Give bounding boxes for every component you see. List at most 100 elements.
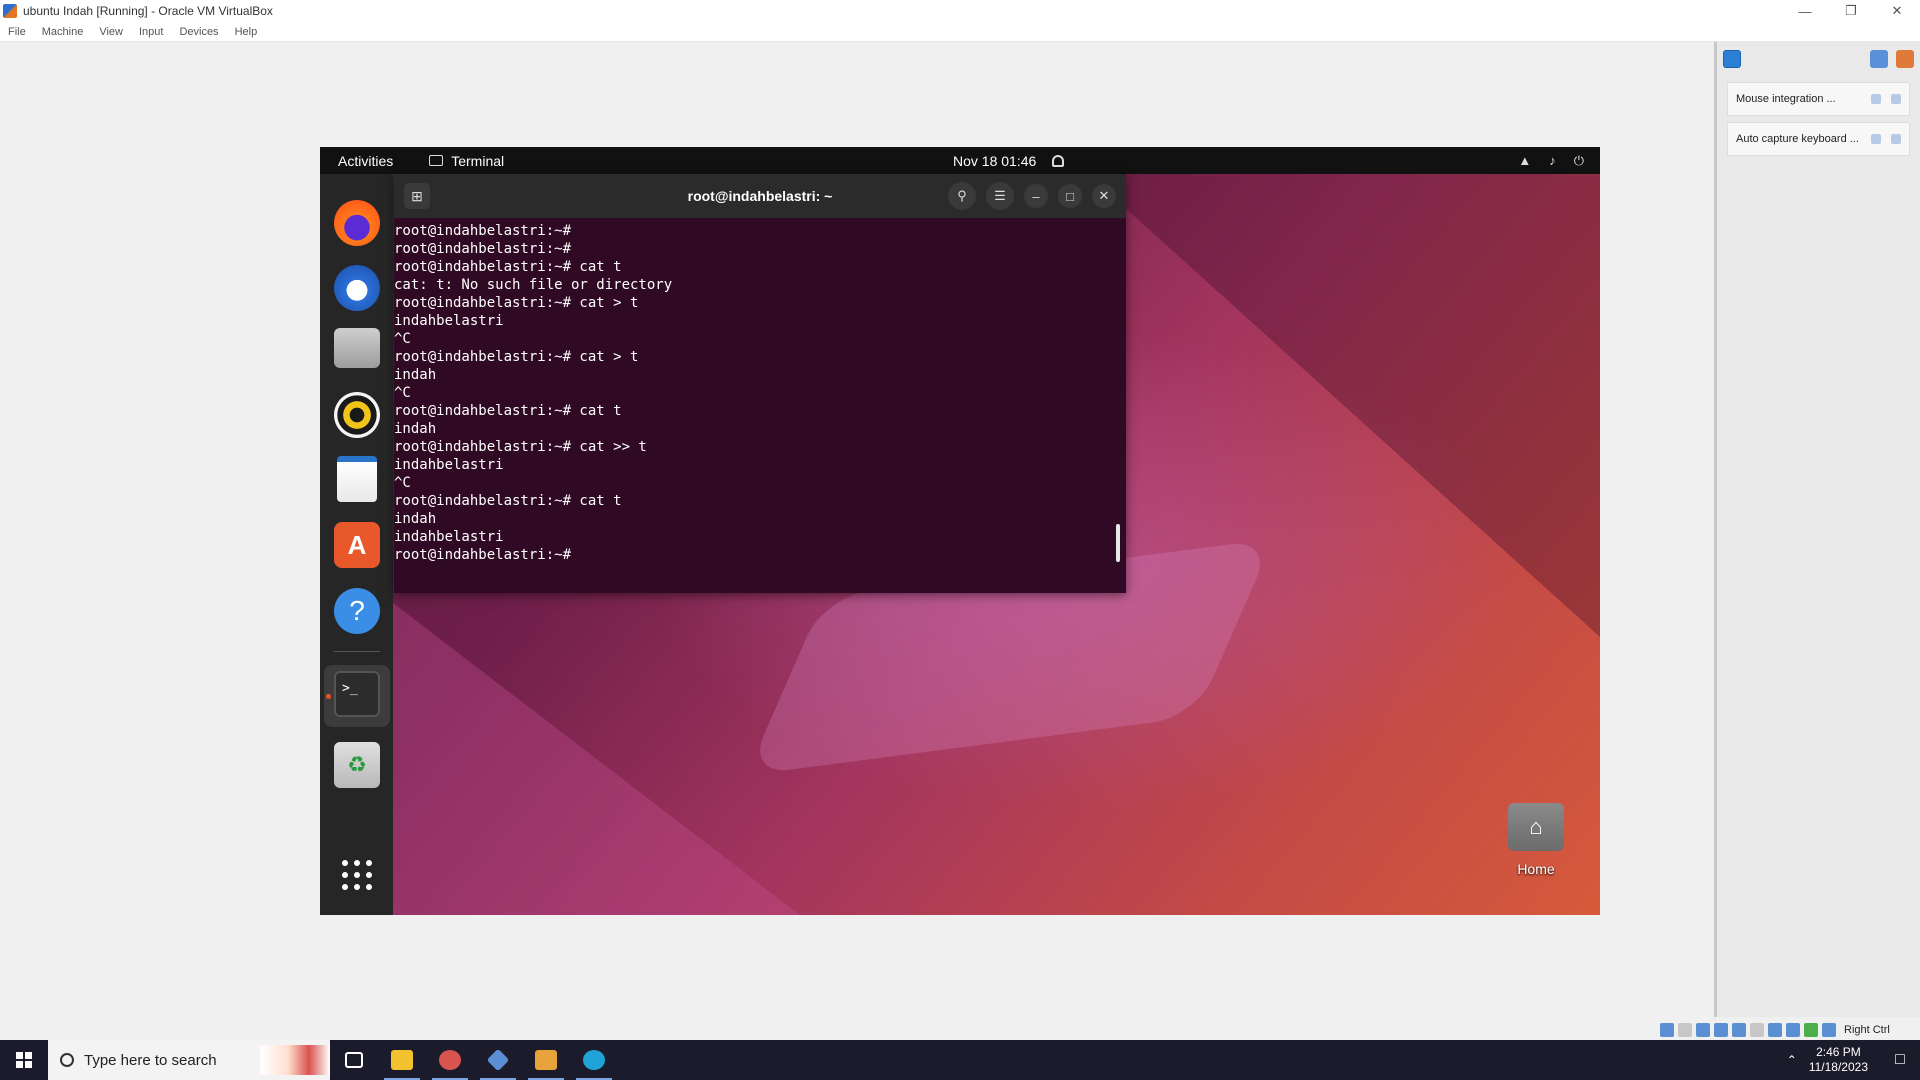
- task-view-button[interactable]: [330, 1040, 378, 1080]
- terminal-line: indah: [394, 511, 437, 527]
- display-icon[interactable]: [1768, 1023, 1782, 1037]
- optical-drive-icon[interactable]: [1678, 1023, 1692, 1037]
- terminal-line: indahbelastri: [394, 529, 504, 545]
- action-center-icon[interactable]: □: [1880, 1051, 1920, 1069]
- dont-show-icon[interactable]: [1871, 134, 1881, 144]
- libreoffice-writer-icon[interactable]: [337, 456, 377, 502]
- close-icon[interactable]: ✕: [1092, 184, 1116, 208]
- taskbar-clock[interactable]: 2:46 PM 11/18/2023: [1809, 1045, 1868, 1075]
- taskbar-time: 2:46 PM: [1816, 1045, 1861, 1059]
- new-tab-button[interactable]: ⊞: [404, 183, 430, 209]
- search-placeholder: Type here to search: [84, 1051, 217, 1069]
- terminal-line: indah: [394, 367, 437, 383]
- dock: A ? >_ ♻: [320, 174, 393, 915]
- notification-text: Auto capture keyboard ...: [1736, 133, 1859, 145]
- hamburger-menu-icon[interactable]: ☰: [986, 182, 1014, 210]
- terminal-line: root@indahbelastri:~# cat t: [394, 493, 622, 509]
- notification-auto-capture[interactable]: Auto capture keyboard ...: [1727, 122, 1910, 156]
- network-icon[interactable]: [1714, 1023, 1728, 1037]
- menu-input[interactable]: Input: [131, 26, 171, 38]
- start-button[interactable]: [0, 1040, 48, 1080]
- minimize-icon[interactable]: –: [1024, 184, 1048, 208]
- host-key-label: Right Ctrl: [1844, 1024, 1890, 1036]
- desktop-home-item[interactable]: ⌂ Home: [1496, 803, 1576, 877]
- menu-machine[interactable]: Machine: [34, 26, 92, 38]
- terminal-line: root@indahbelastri:~#: [394, 223, 572, 239]
- terminal-icon: [429, 155, 444, 166]
- vbox-statusbar: Right Ctrl: [1660, 1020, 1920, 1040]
- virtualbox-app-icon: [3, 4, 17, 18]
- guest-desktop[interactable]: Activities Terminal Nov 18 01:46 ▲ ♪ ⏻ A…: [320, 147, 1600, 915]
- maximize-icon[interactable]: □: [1058, 184, 1082, 208]
- network-icon: ▲: [1518, 153, 1532, 168]
- software-store-icon[interactable]: A: [334, 522, 380, 568]
- keep-finished-icon[interactable]: [1870, 50, 1888, 68]
- mouse-integration-icon[interactable]: [1822, 1023, 1836, 1037]
- dismiss-icon[interactable]: [1891, 134, 1901, 144]
- delete-all-icon[interactable]: [1896, 50, 1914, 68]
- menu-view[interactable]: View: [91, 26, 131, 38]
- dismiss-icon[interactable]: [1891, 94, 1901, 104]
- recording-icon[interactable]: [1786, 1023, 1800, 1037]
- firefox-icon[interactable]: [334, 200, 380, 246]
- terminal-line: ^C: [394, 475, 411, 491]
- activities-button[interactable]: Activities: [338, 153, 393, 169]
- terminal-line: root@indahbelastri:~#: [394, 241, 572, 257]
- search-icon[interactable]: ⚲: [948, 182, 976, 210]
- taskbar-tray: ⌃ 2:46 PM 11/18/2023 □: [1787, 1040, 1920, 1080]
- terminal-output[interactable]: root@indahbelastri:~# root@indahbelastri:…: [394, 218, 1126, 564]
- menu-devices[interactable]: Devices: [171, 26, 226, 38]
- taskbar-app-tool[interactable]: [522, 1040, 570, 1080]
- hard-disk-icon[interactable]: [1660, 1023, 1674, 1037]
- terminal-line: ^C: [394, 385, 411, 401]
- rhythmbox-icon[interactable]: [334, 392, 380, 438]
- vbox-menubar: File Machine View Input Devices Help: [0, 22, 1920, 42]
- terminal-line: indah: [394, 421, 437, 437]
- cpu-icon[interactable]: [1804, 1023, 1818, 1037]
- virtualbox-icon: [486, 1048, 510, 1072]
- terminal-line: root@indahbelastri:~# cat t: [394, 403, 622, 419]
- restore-button[interactable]: ❐: [1828, 0, 1874, 22]
- shared-folders-icon[interactable]: [1750, 1023, 1764, 1037]
- dont-show-icon[interactable]: [1871, 94, 1881, 104]
- menu-file[interactable]: File: [0, 26, 34, 38]
- usb-icon[interactable]: [1732, 1023, 1746, 1037]
- menu-help[interactable]: Help: [227, 26, 266, 38]
- taskbar-search[interactable]: Type here to search: [48, 1040, 330, 1080]
- terminal-controls: ⚲ ☰ – □ ✕: [948, 182, 1116, 210]
- audio-icon[interactable]: [1696, 1023, 1710, 1037]
- taskbar-app-bird[interactable]: [426, 1040, 474, 1080]
- gnome-topbar: Activities Terminal Nov 18 01:46 ▲ ♪ ⏻: [320, 147, 1600, 174]
- help-icon[interactable]: ?: [334, 588, 380, 634]
- app-menu[interactable]: Terminal: [429, 153, 504, 169]
- terminal-line: indahbelastri: [394, 457, 504, 473]
- show-hidden-icons[interactable]: ⌃: [1787, 1053, 1797, 1067]
- notification-center-icon[interactable]: [1723, 50, 1741, 68]
- terminal-line: root@indahbelastri:~# cat > t: [394, 349, 639, 365]
- taskbar-date: 11/18/2023: [1808, 1060, 1868, 1074]
- trash-icon[interactable]: ♻: [334, 742, 380, 788]
- taskbar-edge[interactable]: [570, 1040, 618, 1080]
- power-icon: ⏻: [1573, 152, 1584, 168]
- alarm-icon: [1052, 154, 1065, 167]
- terminal-window[interactable]: ⊞ root@indahbelastri: ~ ⚲ ☰ – □ ✕ root@i…: [394, 174, 1126, 593]
- show-apps-icon[interactable]: [342, 860, 372, 890]
- terminal-dock-icon[interactable]: >_: [334, 671, 380, 717]
- files-icon[interactable]: [334, 328, 380, 368]
- close-button[interactable]: ✕: [1874, 0, 1920, 22]
- clock[interactable]: Nov 18 01:46: [953, 153, 1065, 169]
- app-menu-label: Terminal: [451, 152, 505, 169]
- notification-panel: Mouse integration ... Auto capture keybo…: [1714, 42, 1920, 1017]
- taskbar-virtualbox[interactable]: [474, 1040, 522, 1080]
- thunderbird-icon[interactable]: [334, 265, 380, 311]
- search-icon: [60, 1053, 74, 1067]
- minimize-button[interactable]: —: [1782, 0, 1828, 22]
- windows-logo-icon: [16, 1052, 32, 1068]
- notification-mouse-integration[interactable]: Mouse integration ...: [1727, 82, 1910, 116]
- terminal-header[interactable]: ⊞ root@indahbelastri: ~ ⚲ ☰ – □ ✕: [394, 174, 1126, 218]
- terminal-line: root@indahbelastri:~# cat t: [394, 259, 622, 275]
- file-explorer-icon: [391, 1050, 413, 1070]
- taskbar-file-explorer[interactable]: [378, 1040, 426, 1080]
- system-tray[interactable]: ▲ ♪ ⏻: [1518, 153, 1584, 169]
- terminal-scrollbar[interactable]: [1116, 524, 1120, 562]
